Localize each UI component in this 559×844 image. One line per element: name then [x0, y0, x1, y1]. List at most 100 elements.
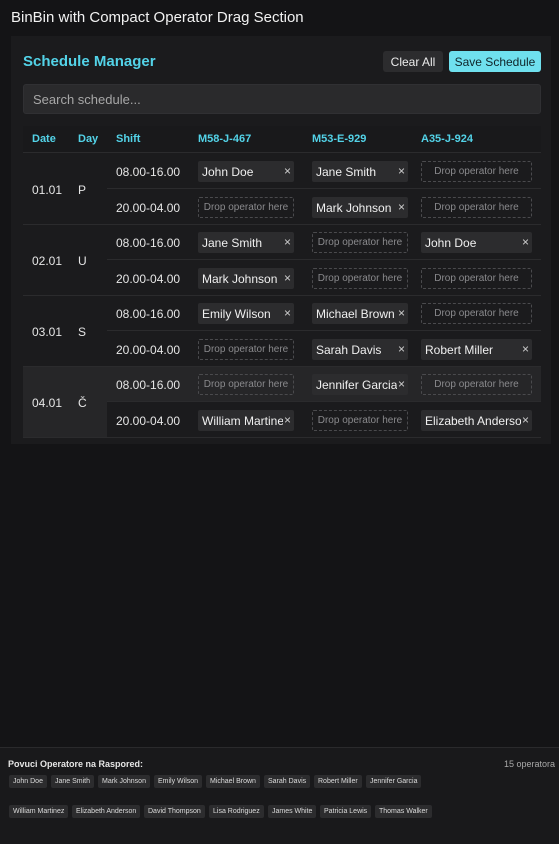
col-header-day: Day — [78, 133, 99, 145]
col-header-date: Date — [32, 133, 56, 145]
remove-icon[interactable]: × — [396, 199, 405, 214]
pool-operator-chip[interactable]: Elizabeth Anderson — [72, 805, 141, 818]
remove-icon[interactable]: × — [396, 164, 405, 178]
date-label: 02.01 — [32, 254, 63, 268]
drop-zone[interactable]: Drop operator here — [312, 409, 408, 431]
remove-icon[interactable]: × — [282, 306, 291, 320]
operator-name: John Doe — [425, 236, 477, 250]
assigned-operator-chip[interactable]: Emily Wilson × — [198, 303, 294, 324]
operator-name: John Doe — [202, 165, 254, 179]
shift-time: 08.00-16.00 — [116, 165, 181, 179]
drop-zone[interactable]: Drop operator here — [312, 267, 408, 289]
assigned-operator-chip[interactable]: Jane Smith × — [312, 161, 408, 182]
shift-time: 08.00-16.00 — [116, 307, 181, 321]
operator-name: Jane Smith — [202, 236, 263, 250]
assigned-operator-chip[interactable]: Mark Johnson × — [198, 267, 294, 289]
date-cell: 03.01 S — [23, 296, 107, 367]
search-input[interactable] — [23, 84, 541, 114]
pool-operator-chip[interactable]: Lisa Rodriguez — [209, 805, 264, 818]
date-cell: 02.01 U — [23, 225, 107, 296]
date-cell: 01.01 P — [23, 154, 107, 225]
operator-name: Jennifer Garcia — [316, 378, 398, 392]
drop-zone[interactable]: Drop operator here — [421, 303, 532, 324]
drop-zone[interactable]: Drop operator here — [198, 374, 294, 395]
shift-time: 20.00-04.00 — [116, 413, 181, 428]
remove-icon[interactable]: × — [282, 235, 291, 249]
pool-operator-chip[interactable]: Robert Miller — [314, 775, 362, 788]
drop-zone[interactable]: Drop operator here — [198, 338, 294, 360]
pool-operator-chip[interactable]: John Doe — [9, 775, 47, 788]
remove-icon[interactable]: × — [282, 270, 291, 285]
pool-operator-chip[interactable]: Jennifer Garcia — [366, 775, 422, 788]
schedule-row: 20.00-04.00 William Martinez × Drop operato… — [107, 403, 541, 438]
schedule-row: 20.00-04.00 Drop operator here Sarah Davis… — [107, 332, 541, 367]
remove-icon[interactable]: × — [282, 164, 291, 178]
shift-time: 20.00-04.00 — [116, 271, 181, 286]
save-schedule-button[interactable]: Save Schedule — [449, 51, 541, 72]
window-title: BinBin with Compact Operator Drag Sectio… — [0, 0, 559, 34]
assigned-operator-chip[interactable]: John Doe × — [198, 161, 294, 182]
assigned-operator-chip[interactable]: Mark Johnson × — [312, 196, 408, 218]
schedule-row: 20.00-04.00 Mark Johnson × Drop operator he… — [107, 261, 541, 296]
pool-operator-chip[interactable]: Mark Johnson — [98, 775, 150, 788]
assigned-operator-chip[interactable]: Jennifer Garcia × — [312, 374, 408, 395]
pool-operator-chip[interactable]: Michael Brown — [206, 775, 260, 788]
assigned-operator-chip[interactable]: Sarah Davis × — [312, 338, 408, 360]
col-header-shift: Shift — [116, 133, 141, 145]
shift-time: 20.00-04.00 — [116, 342, 181, 357]
col-header-vehicle: M58-J-467 — [198, 133, 252, 145]
remove-icon[interactable]: × — [520, 341, 529, 356]
operator-name: Jane Smith — [316, 165, 377, 179]
schedule-row: 08.00-16.00 Drop operator here Jennifer Ga… — [107, 367, 541, 402]
date-cell: 04.01 Č — [23, 367, 107, 438]
assigned-operator-chip[interactable]: Michael Brown × — [312, 303, 408, 324]
date-label: 01.01 — [32, 183, 63, 197]
pool-operator-chip[interactable]: James White — [268, 805, 317, 818]
remove-icon[interactable]: × — [520, 235, 529, 249]
operator-name: Mark Johnson — [316, 200, 392, 215]
day-label: P — [78, 183, 87, 197]
drop-zone[interactable]: Drop operator here — [312, 232, 408, 253]
remove-icon[interactable]: × — [396, 341, 405, 356]
date-label: 03.01 — [32, 325, 63, 339]
table-header: Date Day Shift M58-J-467 M53-E-929 A35-J… — [23, 126, 541, 153]
operator-name: Emily Wilson — [202, 307, 271, 321]
schedule-panel: Schedule Manager Clear All Save Schedule… — [11, 36, 551, 444]
shift-time: 08.00-16.00 — [116, 378, 181, 392]
drop-zone[interactable]: Drop operator here — [421, 196, 532, 218]
clear-all-button[interactable]: Clear All — [383, 51, 443, 72]
operator-name: Robert Miller — [425, 342, 494, 357]
assigned-operator-chip[interactable]: Jane Smith × — [198, 232, 294, 253]
drop-zone[interactable]: Drop operator here — [421, 161, 532, 182]
assigned-operator-chip[interactable]: John Doe × — [421, 232, 532, 253]
schedule-row: 08.00-16.00 Emily Wilson × Michael Brown × Dr… — [107, 296, 541, 331]
schedule-row: 08.00-16.00 John Doe × Jane Smith × Drop oper… — [107, 154, 541, 189]
col-header-vehicle: A35-J-924 — [421, 133, 473, 145]
operator-name: Elizabeth Anderson — [425, 413, 529, 428]
assigned-operator-chip[interactable]: Elizabeth Anderson × — [421, 409, 532, 431]
shift-time: 08.00-16.00 — [116, 236, 181, 250]
operator-name: William Martinez — [202, 413, 291, 428]
shift-time: 20.00-04.00 — [116, 200, 181, 215]
pool-operator-chip[interactable]: Thomas Walker — [375, 805, 432, 818]
pool-operator-chip[interactable]: Emily Wilson — [154, 775, 203, 788]
remove-icon[interactable]: × — [396, 377, 405, 391]
drop-zone[interactable]: Drop operator here — [198, 196, 294, 218]
operator-name: Sarah Davis — [316, 342, 382, 357]
drop-zone[interactable]: Drop operator here — [421, 374, 532, 395]
pool-operator-chip[interactable]: Patricia Lewis — [320, 805, 372, 818]
remove-icon[interactable]: × — [282, 412, 291, 427]
pool-operator-chip[interactable]: Sarah Davis — [264, 775, 311, 788]
assigned-operator-chip[interactable]: Robert Miller × — [421, 338, 532, 360]
pool-operator-chip[interactable]: William Martinez — [9, 805, 69, 818]
remove-icon[interactable]: × — [396, 306, 405, 320]
drop-zone[interactable]: Drop operator here — [421, 267, 532, 289]
pool-operator-chip[interactable]: Jane Smith — [51, 775, 95, 788]
operator-pool-title: Povuci Operatore na Raspored: — [8, 759, 144, 769]
remove-icon[interactable]: × — [520, 412, 529, 427]
date-label: 04.01 — [32, 396, 63, 410]
operator-name: Michael Brown — [316, 307, 395, 321]
day-label: S — [78, 325, 87, 339]
assigned-operator-chip[interactable]: William Martinez × — [198, 409, 294, 431]
pool-operator-chip[interactable]: David Thompson — [144, 805, 205, 818]
